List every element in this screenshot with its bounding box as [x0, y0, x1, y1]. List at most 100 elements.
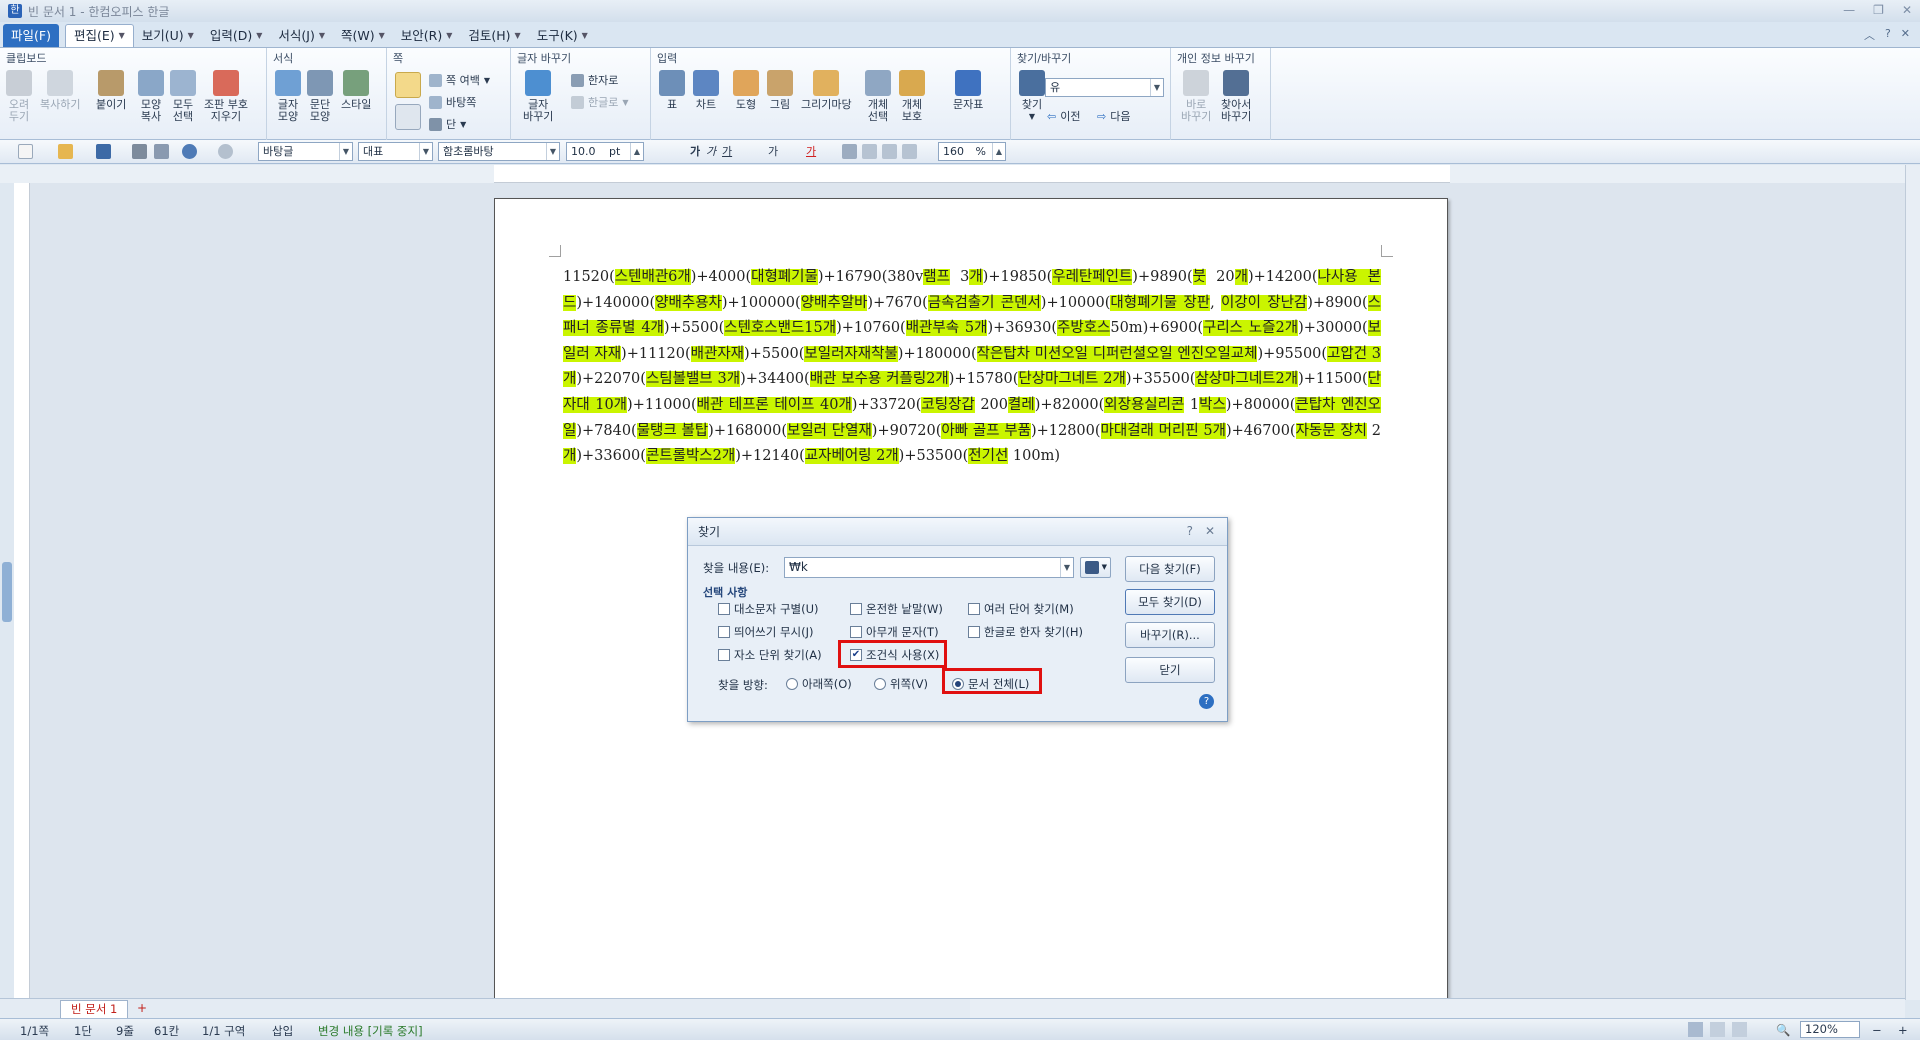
align-right-icon[interactable] — [902, 144, 917, 159]
checkbox[interactable] — [718, 649, 730, 661]
close-doc-icon[interactable]: ✕ — [1901, 27, 1910, 43]
shape-copy-button[interactable]: 모양 복사 — [138, 70, 164, 123]
status-insert-mode[interactable]: 삽입 — [272, 1023, 293, 1039]
radio[interactable] — [786, 678, 798, 690]
char-convert-button[interactable]: 글자 바꾸기 — [523, 70, 553, 123]
hwp-app-icon[interactable]: 한 — [8, 4, 22, 18]
spin-icon[interactable]: ▲ — [630, 143, 643, 160]
direction-down[interactable]: 아래쪽(O) — [786, 676, 852, 692]
chevron-down-icon[interactable]: ▼ — [379, 25, 385, 47]
menu-edit[interactable]: 편집(E) ▼ — [64, 24, 134, 47]
chevron-down-icon[interactable]: ▼ — [515, 25, 521, 47]
close-button[interactable]: 닫기 — [1125, 657, 1215, 683]
chevron-down-icon[interactable]: ▼ — [446, 25, 452, 47]
hangul-button[interactable]: 한글로 ▼ — [571, 94, 629, 110]
option-hanja-search[interactable]: 한글로 한자 찾기(H) — [968, 624, 1083, 640]
radio[interactable] — [874, 678, 886, 690]
horizontal-ruler[interactable] — [494, 165, 1450, 183]
style-button[interactable]: 스타일 — [341, 70, 371, 111]
find-prev-button[interactable]: ⇦ 이전 — [1047, 108, 1080, 124]
dialog-help-icon[interactable]: ? — [1187, 524, 1193, 538]
menu-format[interactable]: 서식(J) ▼ — [270, 24, 333, 47]
chevron-down-icon[interactable]: ▼ — [546, 143, 559, 160]
page-view-icon[interactable] — [1688, 1022, 1703, 1037]
para-shape-button[interactable]: 문단 모양 — [307, 70, 333, 123]
chart-button[interactable]: 차트 — [693, 70, 719, 111]
align-left-icon[interactable] — [862, 144, 877, 159]
menu-tools[interactable]: 도구(K) ▼ — [529, 24, 596, 47]
drawing-button[interactable]: 그리기마당 — [801, 70, 852, 111]
find-next-button[interactable]: 다음 찾기(F) — [1125, 556, 1215, 582]
find-all-button[interactable]: 모두 찾기(D) — [1125, 589, 1215, 615]
find-text-input[interactable]: ₩k ▼ — [784, 557, 1074, 578]
align-justify-icon[interactable] — [842, 144, 857, 159]
zoom-combo[interactable]: 120% — [1800, 1021, 1860, 1038]
help-icon[interactable]: ? — [1885, 27, 1891, 43]
picture-button[interactable]: 그림 — [767, 70, 793, 111]
line-spacing-combo[interactable]: 160 % ▲ — [938, 142, 1006, 161]
menu-file[interactable]: 파일(F) — [3, 24, 59, 47]
vertical-scrollbar[interactable] — [1905, 165, 1920, 1000]
side-panel-handle[interactable] — [2, 562, 12, 622]
dialog-close-icon[interactable]: ✕ — [1205, 524, 1215, 538]
print-icon[interactable] — [132, 144, 147, 159]
checkbox[interactable] — [968, 626, 980, 638]
menu-page[interactable]: 쪽(W) ▼ — [333, 24, 393, 47]
collapse-ribbon-icon[interactable]: ︿ — [1864, 27, 1875, 43]
page-icon[interactable] — [395, 72, 421, 98]
underline-button[interactable]: 가 — [722, 142, 732, 161]
object-protect-button[interactable]: 개체 보호 — [899, 70, 925, 123]
chevron-down-icon[interactable]: ▼ — [339, 143, 352, 160]
select-all-button[interactable]: 모두 선택 — [170, 70, 196, 123]
chevron-down-icon[interactable]: ▼ — [1150, 79, 1163, 96]
preview-icon[interactable] — [154, 144, 169, 159]
checkbox[interactable] — [968, 603, 980, 615]
italic-button[interactable]: 가 — [706, 142, 716, 161]
hanja-button[interactable]: 한자로 — [571, 72, 618, 88]
find-combo[interactable]: 유 ▼ — [1045, 78, 1164, 97]
symbols-button[interactable]: 문자표 — [953, 70, 983, 111]
close-window-button[interactable]: ✕ — [1902, 3, 1912, 17]
background-page-button[interactable]: 바탕쪽 — [429, 94, 476, 110]
language-combo[interactable]: 대표 ▼ — [358, 142, 433, 161]
zoom-in-icon[interactable]: + — [1898, 1023, 1908, 1037]
horizontal-scrollbar[interactable] — [970, 998, 1905, 1018]
chevron-down-icon[interactable]: ▼ — [1060, 558, 1073, 577]
style-combo[interactable]: 바탕글 ▼ — [258, 142, 353, 161]
redo-icon[interactable] — [218, 144, 233, 159]
find-next-button[interactable]: ⇨ 다음 — [1097, 108, 1130, 124]
direction-up[interactable]: 위쪽(V) — [874, 676, 928, 692]
zoom-out-icon[interactable]: − — [1872, 1023, 1882, 1037]
find-button[interactable]: 찾기 ▼ — [1019, 70, 1045, 123]
open-folder-icon[interactable] — [58, 144, 73, 159]
find-options-button[interactable]: ▼ — [1080, 557, 1111, 578]
new-doc-icon[interactable] — [18, 144, 33, 159]
chevron-down-icon[interactable]: ▼ — [119, 25, 125, 47]
new-tab-button[interactable]: + — [134, 1001, 150, 1016]
option-jaso[interactable]: 자소 단위 찾기(A) — [718, 647, 822, 663]
document-tab[interactable]: 빈 문서 1 — [60, 1000, 129, 1018]
chevron-down-icon[interactable]: ▼ — [319, 25, 325, 47]
vertical-ruler[interactable] — [14, 183, 30, 998]
remove-code-button[interactable]: 조판 부호 지우기 — [204, 70, 248, 123]
menu-view[interactable]: 보기(U) ▼ — [134, 24, 202, 47]
text-color-button[interactable]: 가 — [806, 142, 816, 161]
option-whole-word[interactable]: 온전한 낱말(W) — [850, 601, 943, 617]
checkbox[interactable] — [850, 603, 862, 615]
font-size-combo[interactable]: 10.0 pt ▲ — [566, 142, 644, 161]
help-icon[interactable]: ? — [1199, 694, 1214, 709]
status-track-changes[interactable]: 변경 내용 [기록 중지] — [318, 1023, 423, 1039]
restore-button[interactable]: ❐ — [1873, 3, 1884, 17]
checkbox[interactable] — [718, 626, 730, 638]
checkbox[interactable] — [850, 626, 862, 638]
option-ignore-space[interactable]: 띄어쓰기 무시(J) — [718, 624, 814, 640]
menu-review[interactable]: 검토(H) ▼ — [460, 24, 528, 47]
object-select-button[interactable]: 개체 선택 — [865, 70, 891, 123]
document-body-text[interactable]: 11520(스텐배관6개)+4000(대형폐기물)+16790(380v램프 3… — [563, 265, 1382, 470]
undo-icon[interactable] — [182, 144, 197, 159]
page-margin-button[interactable]: 쪽 여백 ▼ — [429, 72, 490, 88]
replace-button[interactable]: 바꾸기(R)... — [1125, 622, 1215, 648]
char-shape-button[interactable]: 글자 모양 — [275, 70, 301, 123]
minimize-button[interactable]: — — [1843, 3, 1855, 17]
chevron-down-icon[interactable]: ▼ — [188, 25, 194, 47]
